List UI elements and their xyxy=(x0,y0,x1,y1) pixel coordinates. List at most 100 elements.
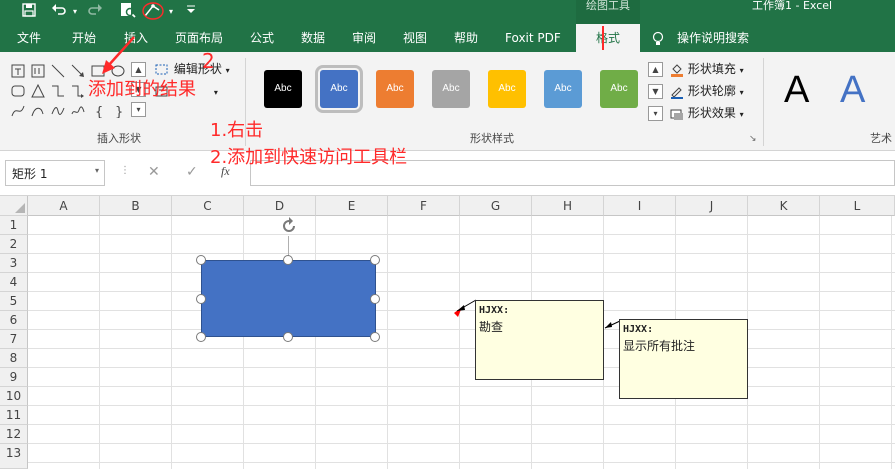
column-header[interactable]: A xyxy=(28,196,100,216)
tab-view[interactable]: 视图 xyxy=(403,24,427,52)
right-brace-icon[interactable]: } xyxy=(111,104,125,118)
tab-insert[interactable]: 插入 xyxy=(124,24,148,52)
customize-dropdown-icon[interactable] xyxy=(184,2,198,22)
resize-handle[interactable] xyxy=(370,332,380,342)
styles-scroll-down-icon[interactable]: ▼ xyxy=(648,84,663,99)
column-header[interactable]: K xyxy=(748,196,820,216)
print-preview-icon[interactable] xyxy=(116,2,138,22)
resize-handle[interactable] xyxy=(196,332,206,342)
style-swatch[interactable]: Abc xyxy=(432,70,470,108)
tab-data[interactable]: 数据 xyxy=(301,24,325,52)
row-header[interactable]: 3 xyxy=(0,254,28,273)
resize-handle[interactable] xyxy=(370,255,380,265)
curved-arrow-icon[interactable] xyxy=(31,104,45,118)
wordart-sample-blue[interactable]: A xyxy=(840,68,865,112)
left-brace-icon[interactable]: { xyxy=(91,104,105,118)
text-box-icon[interactable] xyxy=(11,64,25,78)
tab-home[interactable]: 开始 xyxy=(72,24,96,52)
arrow-line-icon[interactable] xyxy=(71,64,85,78)
style-swatch[interactable]: Abc xyxy=(376,70,414,108)
elbow-arrow-icon[interactable] xyxy=(71,84,85,98)
tell-me-search[interactable]: 操作说明搜索 xyxy=(677,24,749,52)
row-header[interactable]: 13 xyxy=(0,444,28,469)
name-box[interactable]: 矩形 1 ▾ xyxy=(5,160,105,186)
tab-page-layout[interactable]: 页面布局 xyxy=(175,24,223,52)
elbow-connector-icon[interactable] xyxy=(51,84,65,98)
edit-shape-icon[interactable] xyxy=(140,2,166,22)
s-curve-icon[interactable] xyxy=(51,104,65,118)
row-header[interactable]: 12 xyxy=(0,425,28,444)
group-separator xyxy=(763,58,764,146)
scribble-icon[interactable] xyxy=(71,104,85,118)
shapes-scroll-up-icon[interactable]: ▲ xyxy=(131,62,146,77)
column-header[interactable]: B xyxy=(100,196,172,216)
comment-box[interactable]: HJXX: 勘查 xyxy=(475,300,604,380)
tab-formulas[interactable]: 公式 xyxy=(250,24,274,52)
row-header[interactable]: 7 xyxy=(0,330,28,349)
style-swatch[interactable]: Abc xyxy=(264,70,302,108)
rectangle-icon[interactable] xyxy=(91,64,105,78)
redo-icon[interactable] xyxy=(84,2,106,22)
shape-effects-button[interactable]: 形状效果 ▾ xyxy=(670,104,744,122)
shape-outline-button[interactable]: 形状轮廓 ▾ xyxy=(670,82,744,100)
row-header[interactable]: 8 xyxy=(0,349,28,368)
line-icon[interactable] xyxy=(51,64,65,78)
resize-handle[interactable] xyxy=(196,294,206,304)
chevron-down-icon[interactable]: ▾ xyxy=(95,166,99,175)
comment-box[interactable]: HJXX: 显示所有批注 xyxy=(619,319,748,399)
resize-handle[interactable] xyxy=(196,255,206,265)
style-swatch[interactable]: Abc xyxy=(600,70,638,108)
style-swatch[interactable]: Abc xyxy=(488,70,526,108)
undo-dropdown-icon[interactable]: ▾ xyxy=(70,2,80,22)
effects-icon xyxy=(670,107,684,121)
row-header[interactable]: 1 xyxy=(0,216,28,235)
vertical-text-box-icon[interactable] xyxy=(31,64,45,78)
column-header[interactable]: L xyxy=(820,196,895,216)
row-header[interactable]: 4 xyxy=(0,273,28,292)
row-header[interactable]: 11 xyxy=(0,406,28,425)
more-shapes-icon[interactable]: ▾ xyxy=(131,102,146,117)
undo-icon[interactable] xyxy=(48,2,70,22)
column-header[interactable]: C xyxy=(172,196,244,216)
edit-shape-dropdown-icon[interactable]: ▾ xyxy=(166,2,176,22)
rounded-rectangle-icon[interactable] xyxy=(11,84,25,98)
tab-foxit-pdf[interactable]: Foxit PDF xyxy=(505,24,561,52)
resize-handle[interactable] xyxy=(283,332,293,342)
oval-icon[interactable] xyxy=(111,64,125,78)
cancel-icon[interactable]: ✕ xyxy=(148,164,160,180)
resize-handle[interactable] xyxy=(370,294,380,304)
rectangle-shape[interactable] xyxy=(201,260,376,337)
save-icon[interactable] xyxy=(18,2,40,22)
select-all-corner[interactable] xyxy=(0,196,28,216)
style-swatch[interactable]: Abc xyxy=(315,65,363,113)
tab-format[interactable]: 格式 xyxy=(576,24,640,52)
tab-review[interactable]: 审阅 xyxy=(352,24,376,52)
column-header[interactable]: I xyxy=(604,196,676,216)
rotation-handle-icon[interactable] xyxy=(279,216,299,236)
row-header[interactable]: 2 xyxy=(0,235,28,254)
tab-file[interactable]: 文件 xyxy=(17,24,41,52)
curve-connector-icon[interactable] xyxy=(11,104,25,118)
wordart-sample-black[interactable]: A xyxy=(784,68,809,112)
styles-scroll-up-icon[interactable]: ▲ xyxy=(648,62,663,77)
column-header[interactable]: E xyxy=(316,196,388,216)
resize-handle[interactable] xyxy=(283,255,293,265)
row-header[interactable]: 5 xyxy=(0,292,28,311)
column-header[interactable]: D xyxy=(244,196,316,216)
column-header[interactable]: F xyxy=(388,196,460,216)
edit-shape-button[interactable]: 编辑形状 ▾ xyxy=(154,60,230,78)
cell-grid[interactable] xyxy=(28,216,895,469)
column-header[interactable]: H xyxy=(532,196,604,216)
shape-fill-button[interactable]: 形状填充 ▾ xyxy=(670,60,744,78)
column-header[interactable]: G xyxy=(460,196,532,216)
row-header[interactable]: 9 xyxy=(0,368,28,387)
column-header[interactable]: J xyxy=(676,196,748,216)
row-header[interactable]: 10 xyxy=(0,387,28,406)
style-swatch[interactable]: Abc xyxy=(544,70,582,108)
dialog-launcher-icon[interactable]: ↘ xyxy=(749,134,757,144)
row-header[interactable]: 6 xyxy=(0,311,28,330)
triangle-icon[interactable] xyxy=(31,84,45,98)
more-styles-icon[interactable]: ▾ xyxy=(648,106,663,121)
tab-help[interactable]: 帮助 xyxy=(454,24,478,52)
enter-icon[interactable]: ✓ xyxy=(186,164,198,180)
